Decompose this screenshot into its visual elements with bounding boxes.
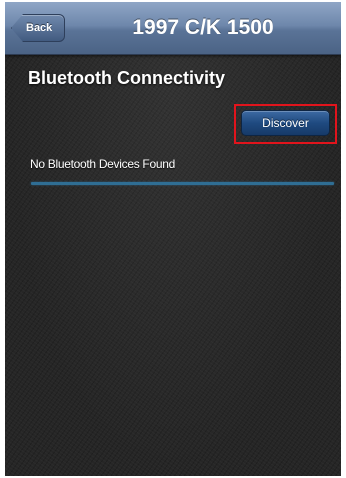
list-divider — [31, 182, 334, 185]
back-button[interactable]: Back — [11, 14, 65, 42]
page-title: Bluetooth Connectivity — [28, 68, 225, 88]
discover-button[interactable]: Discover — [241, 110, 330, 136]
navigation-bar: Back 1997 C/K 1500 — [5, 2, 341, 55]
devices-status-text: No Bluetooth Devices Found — [30, 157, 175, 171]
vehicle-title: 1997 C/K 1500 — [132, 16, 274, 39]
bluetooth-screen: Back 1997 C/K 1500 Bluetooth Connectivit… — [5, 2, 341, 476]
